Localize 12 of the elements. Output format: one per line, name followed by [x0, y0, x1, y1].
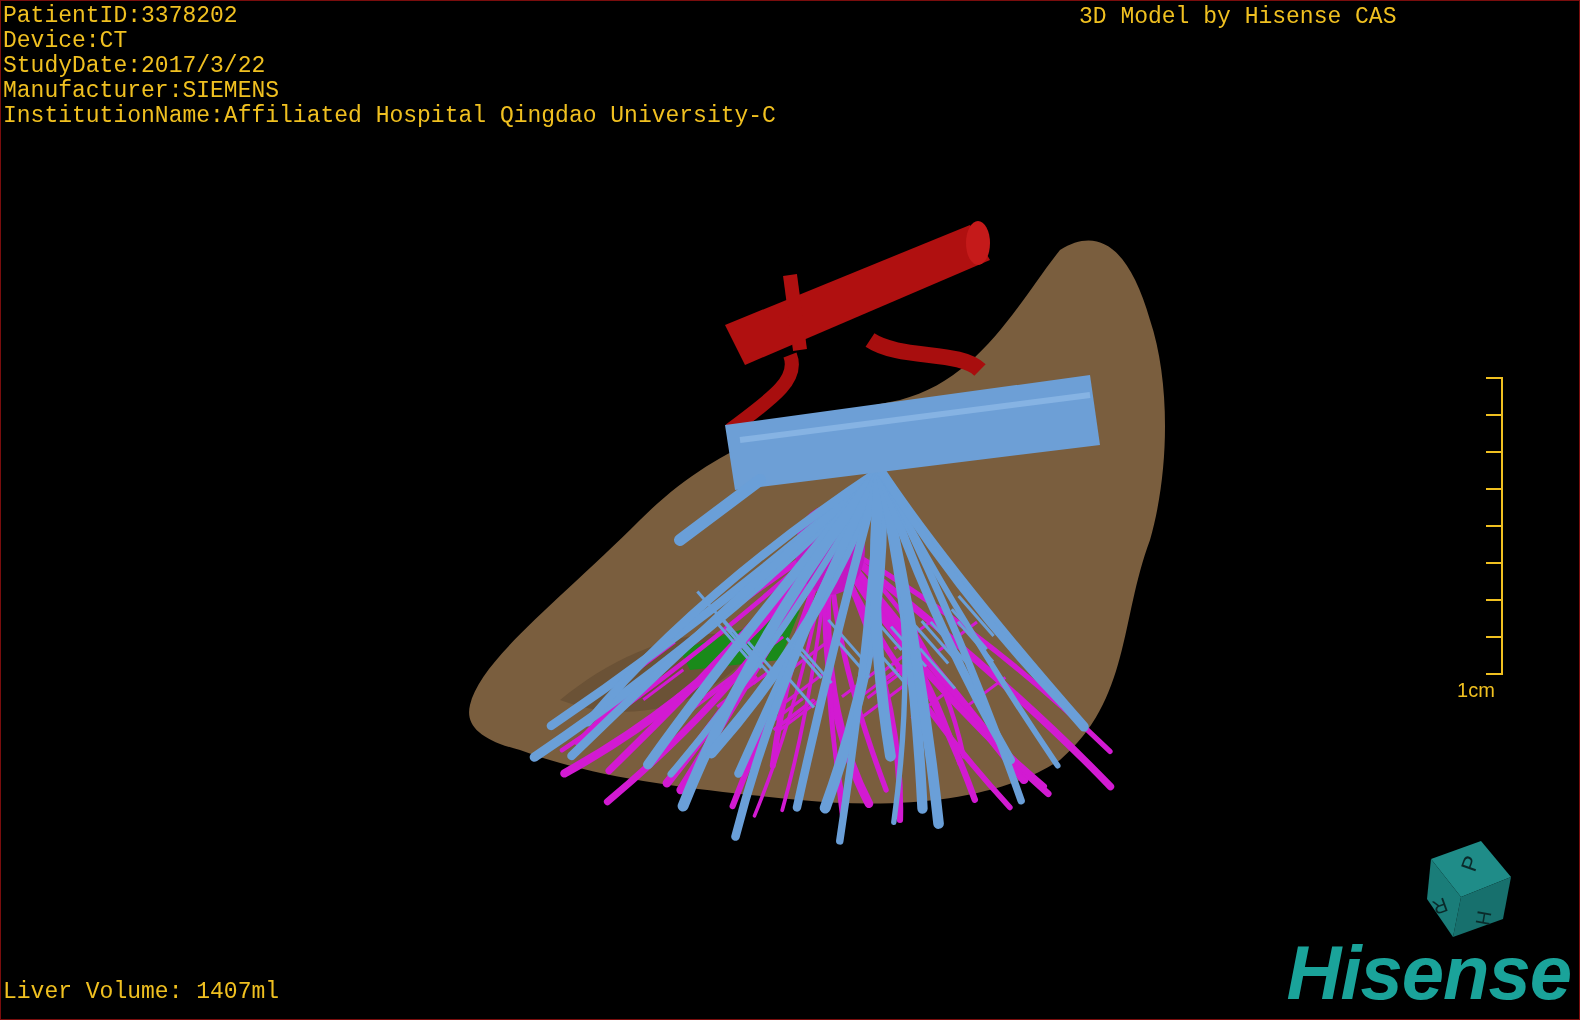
study-info-line: StudyDate:2017/3/22	[3, 54, 267, 79]
cube-face-label: P	[1455, 852, 1485, 875]
study-info-line: Manufacturer:SIEMENS	[3, 79, 281, 104]
liver-volume-readout: Liver Volume: 1407ml	[3, 980, 280, 1005]
cube-face-label: R	[1429, 893, 1451, 920]
scale-label: 1cm	[1457, 679, 1495, 702]
brand-logo: Hisense	[1286, 935, 1571, 1011]
study-info-line: Device:CT	[3, 29, 129, 54]
viewer-title: 3D Model by Hisense CAS	[1079, 5, 1397, 30]
study-info-line: PatientID:3378202	[3, 4, 239, 29]
cube-face-label: H	[1471, 909, 1496, 928]
study-info-line: InstitutionName:Affiliated Hospital Qingdao University-C	[3, 104, 776, 129]
